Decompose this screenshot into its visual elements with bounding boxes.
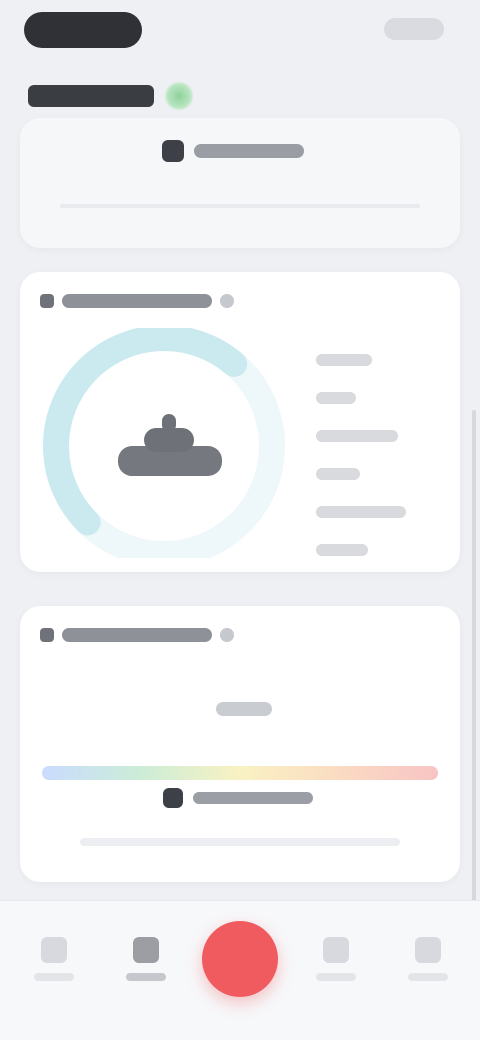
history-icon bbox=[133, 937, 159, 963]
legend-item bbox=[316, 354, 372, 366]
marker-text bbox=[192, 792, 313, 804]
account-pill[interactable] bbox=[24, 12, 142, 48]
gauge-arc bbox=[43, 328, 248, 536]
scale-card-header bbox=[40, 628, 234, 642]
scale-value bbox=[216, 702, 272, 716]
gauge-chart bbox=[43, 328, 285, 558]
gauge-card-header bbox=[40, 294, 234, 308]
connection-status-icon bbox=[164, 81, 194, 111]
marker-icon bbox=[162, 788, 183, 808]
nav-label bbox=[34, 973, 74, 981]
status-icon bbox=[162, 140, 184, 162]
nav-stats[interactable] bbox=[300, 937, 372, 1001]
section-header bbox=[28, 80, 452, 112]
scale-note bbox=[80, 838, 400, 846]
scale-section-icon bbox=[40, 628, 54, 642]
info-icon[interactable] bbox=[220, 294, 234, 308]
scale-bar bbox=[42, 766, 438, 780]
nav-label bbox=[126, 973, 166, 981]
nav-label bbox=[408, 973, 448, 981]
gauge-card-title bbox=[62, 294, 212, 308]
nav-history[interactable] bbox=[110, 937, 182, 1001]
scale-card-title bbox=[62, 628, 212, 642]
home-icon bbox=[41, 937, 67, 963]
settings-icon bbox=[415, 937, 441, 963]
stats-icon bbox=[323, 937, 349, 963]
info-icon[interactable] bbox=[220, 628, 234, 642]
page-title bbox=[28, 85, 154, 107]
legend-item bbox=[316, 468, 360, 480]
nav-label bbox=[316, 973, 356, 981]
status-divider bbox=[60, 204, 420, 208]
app-root bbox=[0, 0, 480, 1040]
legend-item bbox=[316, 544, 368, 556]
status-card[interactable] bbox=[20, 118, 460, 248]
legend-item bbox=[316, 506, 406, 518]
status-line bbox=[162, 140, 304, 162]
gauge-legend bbox=[316, 354, 436, 582]
nav-home[interactable] bbox=[18, 937, 90, 1001]
gauge-section-icon bbox=[40, 294, 54, 308]
scale-card[interactable] bbox=[20, 606, 460, 882]
nav-settings[interactable] bbox=[392, 937, 464, 1001]
scrollbar[interactable] bbox=[472, 410, 476, 910]
top-bar bbox=[0, 0, 480, 70]
legend-item bbox=[316, 392, 356, 404]
menu-pill[interactable] bbox=[384, 18, 444, 40]
bottom-nav bbox=[0, 900, 480, 1040]
status-text bbox=[194, 144, 304, 158]
gauge-card[interactable] bbox=[20, 272, 460, 572]
scale-marker bbox=[162, 788, 313, 808]
record-button[interactable] bbox=[202, 921, 278, 997]
gauge-center-value bbox=[118, 414, 222, 476]
legend-item bbox=[316, 430, 398, 442]
